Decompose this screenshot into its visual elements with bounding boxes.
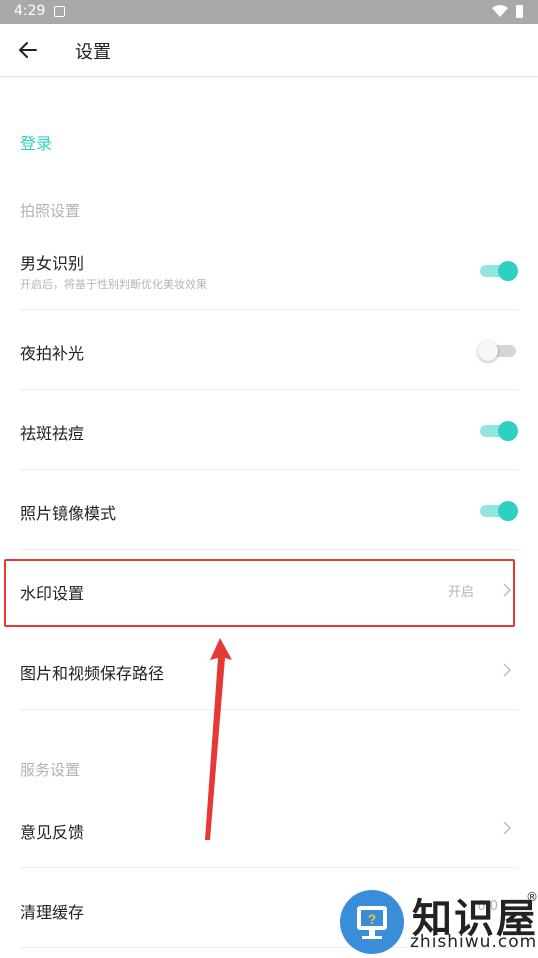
row-night-fill-light[interactable]: 夜拍补光 (0, 310, 538, 390)
chevron-right-icon (503, 821, 512, 835)
chevron-right-icon (503, 663, 512, 677)
annotation-arrow-icon (205, 638, 232, 840)
row-label: 夜拍补光 (20, 344, 85, 363)
row-label: 男女识别 (20, 254, 85, 273)
mirror-mode-toggle[interactable] (480, 501, 518, 521)
section-title-camera: 拍照设置 (20, 202, 81, 220)
highlight-box (4, 559, 515, 627)
gender-recognition-toggle[interactable] (480, 261, 518, 281)
section-title-service: 服务设置 (20, 761, 81, 779)
back-arrow-icon[interactable] (16, 38, 40, 62)
row-label: 祛斑祛痘 (20, 424, 85, 443)
site-watermark: ? 知识屋 ® zhishiwu.com (340, 886, 538, 958)
app-header: 设置 (0, 24, 538, 77)
status-bar: 4:29 (0, 0, 538, 24)
row-label: 意见反馈 (20, 823, 85, 842)
row-divider (20, 709, 518, 710)
night-fill-light-toggle[interactable] (478, 341, 516, 361)
toggle-knob (478, 341, 498, 361)
row-label: 照片镜像模式 (20, 504, 117, 523)
row-mirror-mode[interactable]: 照片镜像模式 (0, 470, 538, 550)
watermark-registered: ® (526, 890, 538, 904)
battery-icon (516, 5, 523, 18)
row-label: 清理缓存 (20, 903, 85, 922)
row-feedback[interactable]: 意见反馈 (0, 788, 538, 868)
blemish-removal-toggle[interactable] (480, 421, 518, 441)
sim-icon (54, 6, 65, 17)
row-label: 图片和视频保存路径 (20, 664, 165, 683)
row-gender-recognition[interactable]: 男女识别 开启后，将基于性别判断优化美妆效果 (0, 230, 538, 310)
toggle-knob (498, 261, 518, 281)
toggle-knob (498, 501, 518, 521)
status-time: 4:29 (14, 3, 46, 19)
row-sublabel: 开启后，将基于性别判断优化美妆效果 (20, 278, 207, 291)
watermark-logo-icon: ? (340, 890, 404, 954)
login-link[interactable]: 登录 (20, 130, 52, 154)
wifi-icon (492, 5, 508, 17)
page-title: 设置 (75, 42, 111, 63)
watermark-url: zhishiwu.com (410, 932, 538, 952)
row-save-path[interactable]: 图片和视频保存路径 (0, 630, 538, 710)
toggle-knob (498, 421, 518, 441)
row-blemish-removal[interactable]: 祛斑祛痘 (0, 390, 538, 470)
svg-text:?: ? (368, 911, 377, 927)
